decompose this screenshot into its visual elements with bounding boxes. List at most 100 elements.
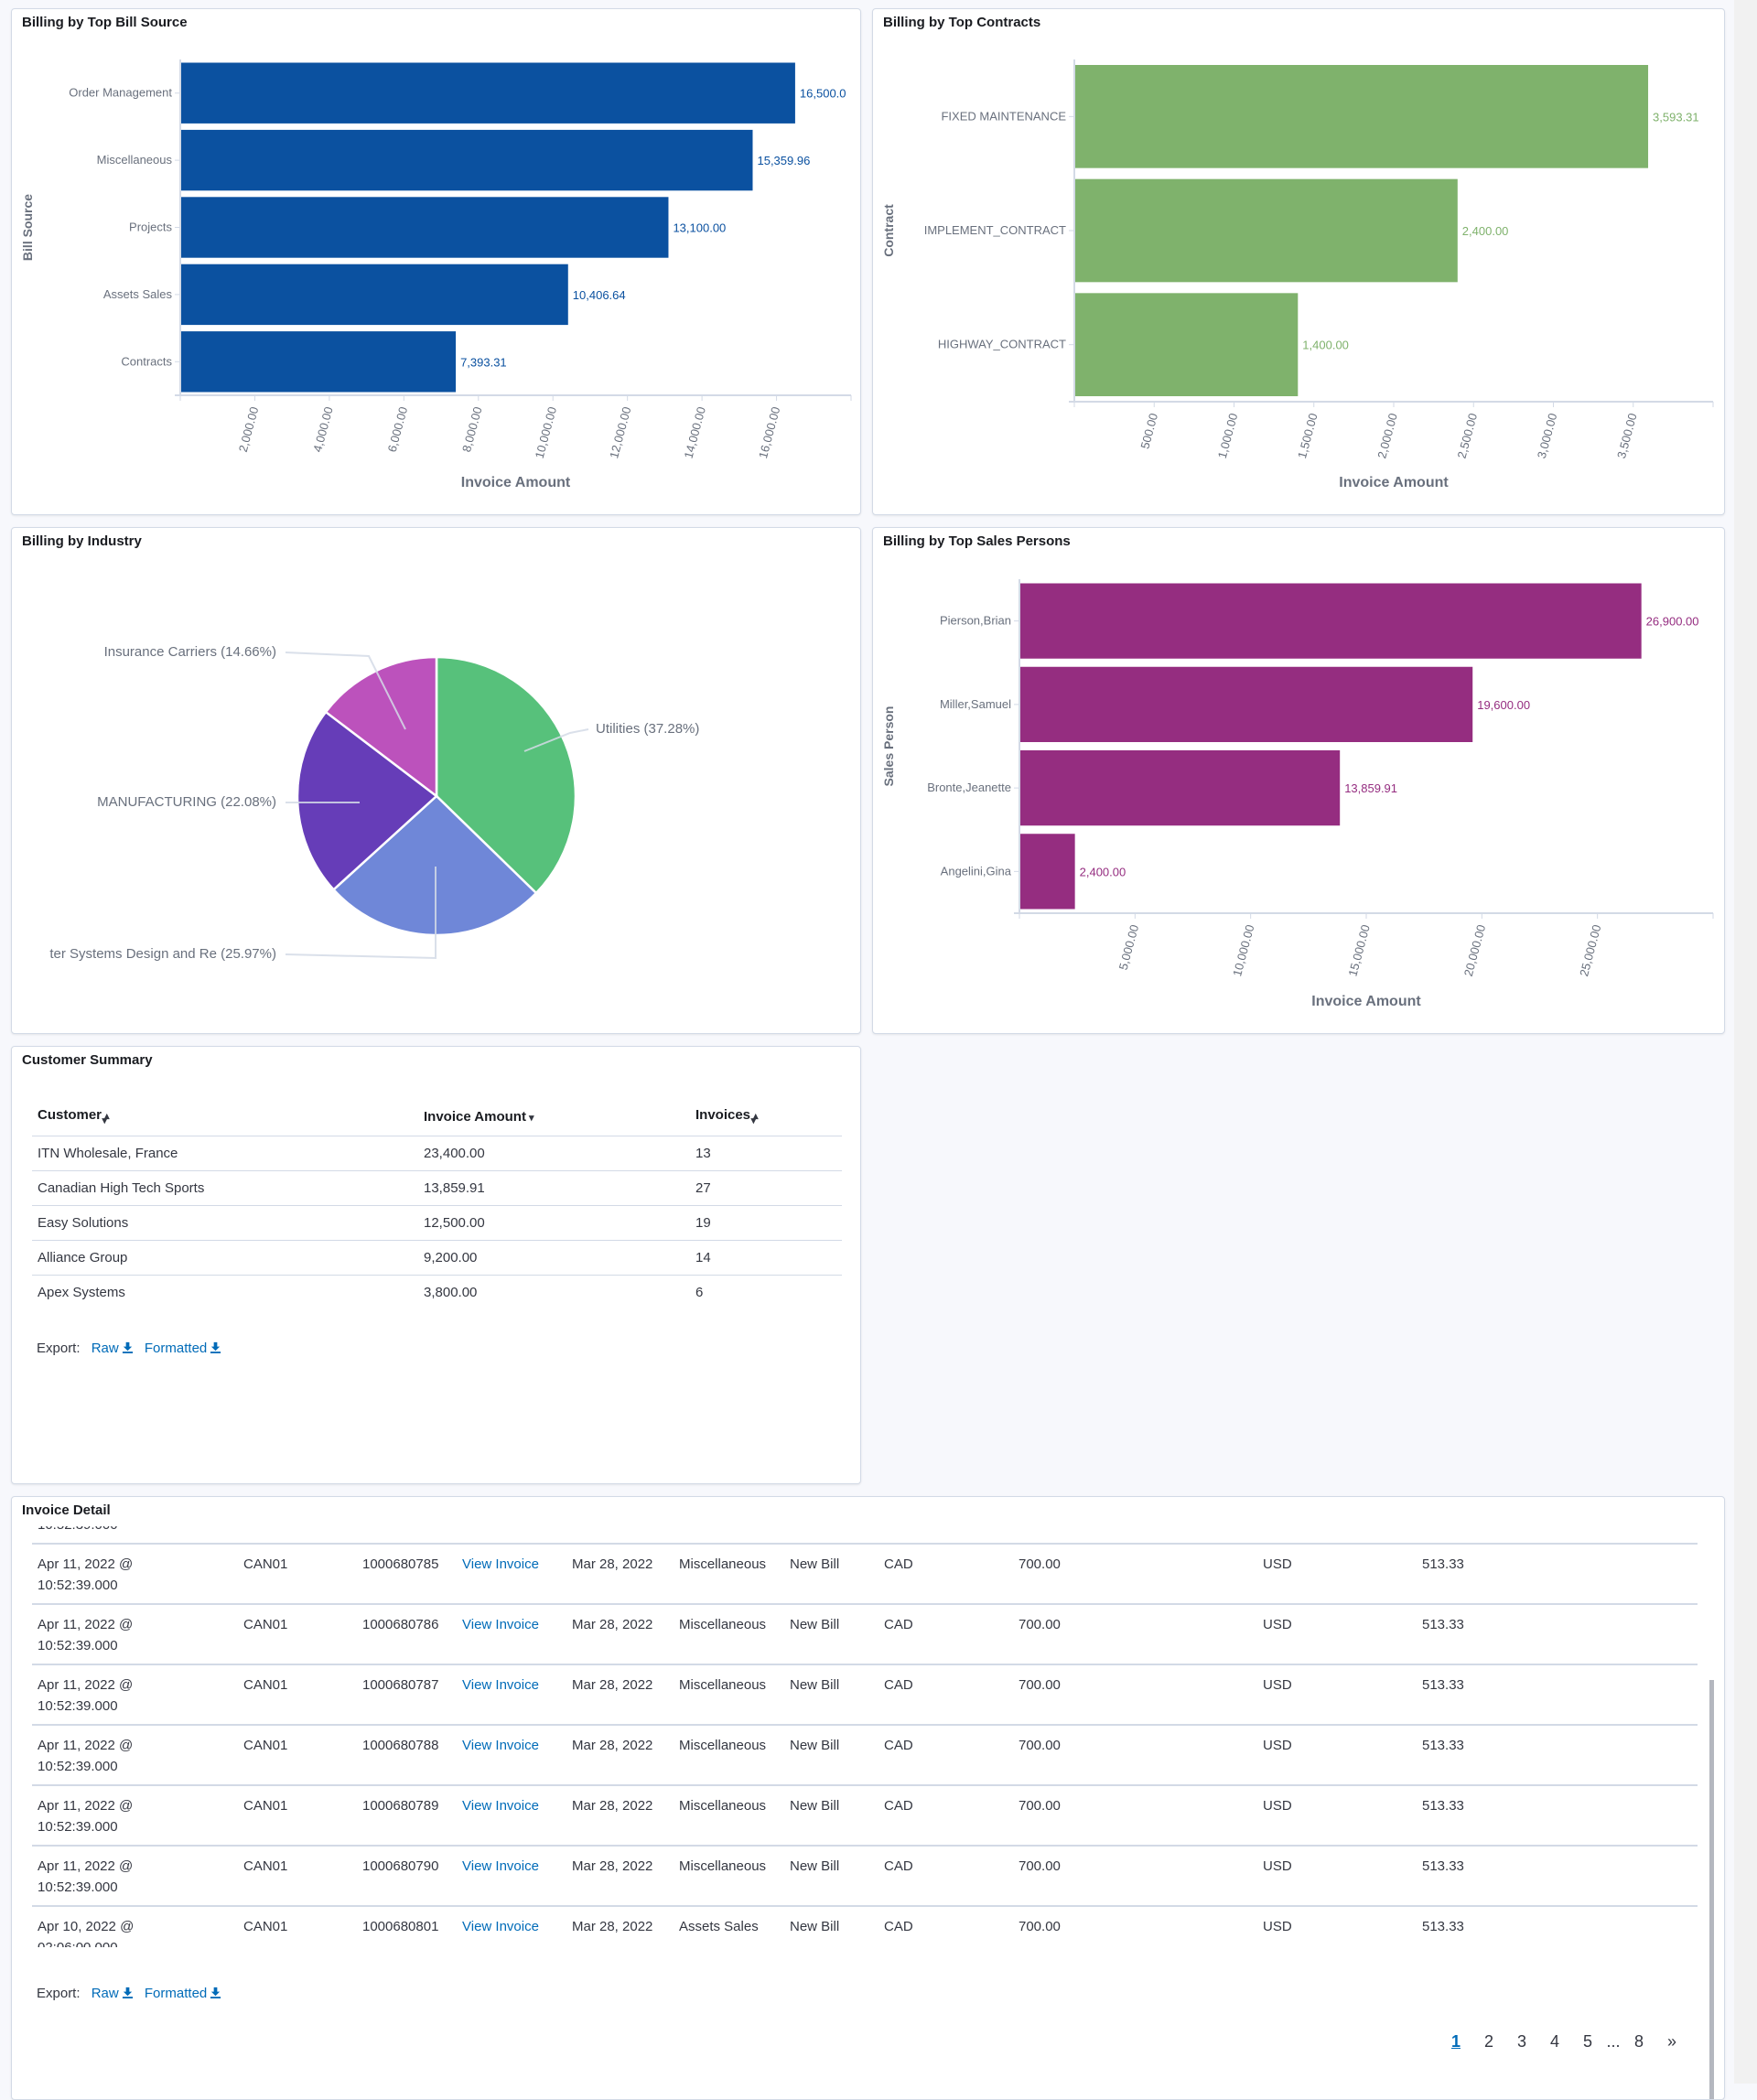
- amount-cell: 700.00: [1019, 1919, 1061, 1934]
- currency-cell: CAD: [878, 1785, 1013, 1847]
- view-invoice-link[interactable]: View Invoice: [457, 1846, 566, 1907]
- x-tick-label: 6,000.00: [385, 405, 411, 454]
- invoice-table-scroll-area[interactable]: Apr 11, 2022 @10:52:39.000 CAN01 100068078…: [32, 1526, 1698, 1947]
- business-unit-cell: CAN01: [238, 1725, 357, 1786]
- customer-summary-table: Customer ▴︎▾ Invoice Amount ▾ Invoices ▴▾ I…: [32, 1098, 842, 1309]
- time-line: 10:52:39.000: [38, 1526, 232, 1535]
- date-line: Apr 11, 2022 @: [38, 1738, 134, 1753]
- invoice-date-cell: Mar 28, 2022: [566, 1544, 674, 1605]
- x-tick-label: 8,000.00: [459, 405, 485, 454]
- bill-type-cell: New Bill: [784, 1526, 878, 1545]
- export-raw-link[interactable]: Raw: [92, 1341, 134, 1356]
- base-currency-cell: USD: [1257, 1526, 1417, 1545]
- date-line: Apr 11, 2022 @: [38, 1617, 134, 1632]
- next-page-button[interactable]: »: [1655, 2032, 1688, 2052]
- base-currency-cell: USD: [1263, 1919, 1292, 1934]
- panel-sales-persons: Billing by Top Sales Persons Pierson,Bri…: [872, 527, 1725, 1034]
- x-tick-label: 10,000.00: [1230, 923, 1256, 978]
- time-line: 10:52:39.000: [38, 1819, 118, 1835]
- invoice-date-cell: Mar 28, 2022: [566, 1664, 674, 1726]
- x-tick-label: 16,000.00: [756, 405, 782, 460]
- table-row: Easy Solutions 12,500.00 19: [32, 1205, 842, 1241]
- x-tick-label: 1,500.00: [1295, 412, 1320, 460]
- value-label: 7,393.31: [460, 355, 507, 369]
- date-cell: Apr 11, 2022 @ 10:52:39.000: [32, 1544, 238, 1605]
- invoice-date-cell: Mar 28, 2022: [572, 1919, 653, 1934]
- x-axis-title: Invoice Amount: [1339, 475, 1449, 490]
- y-axis-title: Bill Source: [20, 194, 35, 261]
- x-tick-label: 12,000.00: [607, 405, 633, 460]
- contracts-chart: FIXED MAINTENANCE 3,593.31 IMPLEMENT_CONTR…: [881, 59, 1714, 490]
- view-invoice-link[interactable]: View Invoice: [457, 1526, 566, 1545]
- panel-bill-source: Billing by Top Bill Source Order Managem…: [11, 8, 861, 515]
- invoice-number-cell: 1000680789: [357, 1785, 457, 1847]
- page-link-2[interactable]: 2: [1472, 2032, 1505, 2052]
- business-unit-cell: CAN01: [238, 1785, 357, 1847]
- bill-source-cell: Miscellaneous: [674, 1544, 784, 1605]
- export-raw-link[interactable]: Raw: [92, 1986, 134, 2001]
- column-header-invoices[interactable]: Invoices ▴▾: [690, 1098, 842, 1136]
- invoice-table-scrollbar[interactable]: [1709, 1680, 1714, 2099]
- invoices-cell: 19: [690, 1205, 842, 1241]
- bill-type-cell: New Bill: [784, 1846, 878, 1907]
- bill-source-cell: Miscellaneous: [674, 1725, 784, 1786]
- page-link-8[interactable]: 8: [1622, 2032, 1655, 2052]
- panel-invoice-detail: Invoice Detail Apr 11, 2022 @10:52:39.00…: [11, 1496, 1725, 2100]
- panel-contracts: Billing by Top Contracts FIXED MAINTENAN…: [872, 8, 1725, 515]
- panel-title: Invoice Detail: [22, 1502, 111, 1518]
- page-link-1[interactable]: 1: [1439, 2032, 1472, 2052]
- business-unit-cell: CAN01: [238, 1604, 357, 1665]
- currency-cell: CAD: [878, 1664, 1013, 1726]
- invoice-date-cell: Mar 28, 2022: [566, 1725, 674, 1786]
- category-label: HIGHWAY_CONTRACT: [938, 338, 1066, 351]
- business-unit-cell: CAN01: [238, 1526, 357, 1545]
- bill-type-cell: New Bill: [784, 1604, 878, 1665]
- business-unit-cell: CAN01: [238, 1544, 357, 1605]
- invoice-date-cell: Mar 28, 2022: [566, 1604, 674, 1665]
- base-amount-cell: 513.33: [1417, 1725, 1698, 1786]
- bar: [1020, 666, 1473, 742]
- currency-cell: CAD: [878, 1846, 1013, 1907]
- customer-cell: ITN Wholesale, France: [32, 1136, 418, 1171]
- invoice-number-cell: 1000680786: [357, 1604, 457, 1665]
- page-link-3[interactable]: 3: [1505, 2032, 1538, 2052]
- base-currency-cell: USD: [1257, 1604, 1417, 1665]
- bill-source-cell: Assets Sales: [679, 1919, 759, 1934]
- column-header-customer[interactable]: Customer ▴︎▾: [32, 1098, 418, 1136]
- sort-both-icon: ▴︎▾: [102, 1111, 110, 1126]
- table-row: Alliance Group 9,200.00 14: [32, 1240, 842, 1276]
- value-label: 16,500.0: [800, 87, 846, 101]
- view-invoice-link[interactable]: View Invoice: [457, 1604, 566, 1665]
- amount-cell: 700.00: [1013, 1604, 1257, 1665]
- panel-customer-summary: Customer Summary Customer ▴︎▾ Invoice Amo…: [11, 1046, 861, 1484]
- value-label: 13,859.91: [1344, 781, 1397, 795]
- amount-cell: 700.00: [1013, 1544, 1257, 1605]
- base-amount-cell: 513.33: [1417, 1664, 1698, 1726]
- bill-type-cell: New Bill: [784, 1544, 878, 1605]
- panel-title: Billing by Top Sales Persons: [883, 533, 1071, 549]
- bill-source-chart: Order Management 16,500.0 Miscellaneous 15,…: [20, 59, 852, 490]
- view-invoice-link[interactable]: View Invoice: [457, 1785, 566, 1847]
- page-link-5[interactable]: 5: [1571, 2032, 1604, 2052]
- view-invoice-link[interactable]: View Invoice: [457, 1664, 566, 1726]
- view-invoice-link[interactable]: View Invoice: [457, 1544, 566, 1605]
- bar: [181, 264, 568, 326]
- view-invoice-link[interactable]: View Invoice: [457, 1725, 566, 1786]
- invoice-date-cell: Mar 28, 2022: [566, 1526, 674, 1545]
- bill-source-cell: Miscellaneous: [674, 1526, 784, 1545]
- invoices-cell: 13: [690, 1136, 842, 1171]
- time-line: 10:52:39.000: [38, 1759, 118, 1774]
- view-invoice-link[interactable]: View Invoice: [457, 1906, 566, 1947]
- export-formatted-link[interactable]: Formatted: [145, 1341, 221, 1356]
- category-label: IMPLEMENT_CONTRACT: [924, 223, 1066, 237]
- bar: [181, 129, 753, 191]
- page-scrollbar[interactable]: [1734, 0, 1757, 2084]
- bar: [1075, 293, 1299, 396]
- invoice-amount-cell: 9,200.00: [418, 1240, 690, 1276]
- page-link-4[interactable]: 4: [1538, 2032, 1571, 2052]
- base-amount-cell: 513.33: [1417, 1785, 1698, 1847]
- category-label: Order Management: [69, 86, 172, 100]
- value-label: 10,406.64: [573, 288, 626, 302]
- column-header-invoice-amount[interactable]: Invoice Amount ▾: [418, 1098, 690, 1136]
- export-formatted-link[interactable]: Formatted: [145, 1986, 221, 2001]
